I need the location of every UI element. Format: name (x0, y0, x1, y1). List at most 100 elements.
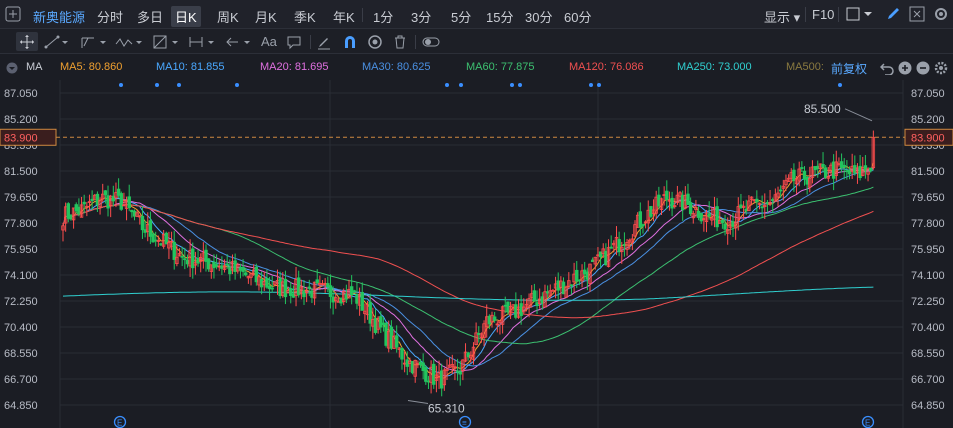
wave-tool-icon[interactable] (114, 33, 144, 50)
f10-button[interactable]: F10 (812, 7, 834, 22)
tab-timeframe-5[interactable]: 季K (290, 6, 320, 27)
candlestick-chart[interactable]: E ≡ E 87.050 87.05085.200 85.20083.350 83.350… (0, 80, 953, 428)
candle-body (853, 165, 857, 174)
candle-body (765, 201, 770, 204)
magnet-tool-icon[interactable] (341, 33, 359, 50)
text-tool[interactable]: Aa (261, 34, 277, 49)
tab-timeframe-2[interactable]: 日K (171, 6, 201, 27)
candle-body (379, 316, 383, 328)
trash-tool-icon[interactable] (391, 33, 409, 50)
ma-dropdown-icon[interactable] (6, 62, 18, 74)
candle-body (180, 255, 184, 258)
ma-value-2: MA20: 81.695 (260, 61, 329, 73)
candle-body (590, 259, 595, 263)
candle-body (831, 161, 836, 179)
tab-timeframe-3[interactable]: 周K (213, 6, 243, 27)
zoom-out-icon[interactable] (915, 60, 931, 76)
note-tool-icon[interactable] (285, 33, 303, 50)
settings-icon[interactable] (932, 5, 950, 23)
drawing-toolbar: Aa (0, 29, 953, 54)
candle-body (204, 249, 208, 262)
candle-body (220, 265, 224, 269)
arrow-tool-icon[interactable] (224, 33, 254, 50)
zoom-in-icon[interactable] (897, 60, 913, 76)
candle-body (307, 286, 311, 289)
display-button[interactable]: 显示 ▾ (764, 7, 800, 26)
tab-timeframe-9[interactable]: 5分 (447, 6, 475, 27)
candle-body (296, 277, 301, 296)
candle-body (214, 264, 219, 268)
tab-timeframe-11[interactable]: 30分 (521, 6, 556, 27)
eye-tool-icon[interactable] (366, 33, 384, 50)
y-tick-left: 81.500 (4, 166, 38, 178)
collapse-icon[interactable] (908, 5, 926, 23)
tab-timeframe-10[interactable]: 15分 (482, 6, 517, 27)
display-label: 显示 (764, 10, 791, 25)
event-dot (155, 83, 159, 87)
candle-body (755, 198, 759, 203)
tab-timeframe-1[interactable]: 多日 (133, 6, 167, 27)
candle-body (847, 169, 852, 175)
event-dot (235, 83, 239, 87)
candle-body (291, 293, 296, 298)
candle-body (842, 164, 846, 168)
event-dot (177, 83, 181, 87)
candle-body (352, 290, 357, 293)
y-tick-left: 66.700 (4, 374, 38, 386)
candle-body (206, 258, 211, 270)
tab-timeframe-7[interactable]: 1分 (369, 6, 397, 27)
candle-body (686, 193, 690, 205)
candle-body (339, 298, 343, 304)
channel-tool-icon[interactable] (80, 33, 108, 50)
candle-body (670, 197, 674, 209)
current-price-right: 83.900 (911, 132, 945, 144)
candle-body (519, 303, 523, 317)
candle-body (731, 221, 735, 227)
line-tool-icon[interactable] (44, 33, 70, 50)
candle-body (106, 195, 110, 209)
adjust-label[interactable]: 前复权 (831, 60, 867, 77)
pen-tool-icon[interactable] (315, 33, 333, 50)
tab-timeframe-0[interactable]: 分时 (93, 6, 127, 27)
y-tick-left: 75.950 (4, 244, 38, 256)
brush-icon[interactable] (884, 5, 902, 23)
menu-icon[interactable] (4, 5, 22, 23)
candle-body (349, 286, 354, 296)
candle-body (212, 261, 216, 269)
candle-body (503, 304, 507, 307)
candle-body (598, 251, 603, 258)
square-dropdown-icon[interactable] (845, 6, 873, 22)
candle-body (455, 370, 460, 373)
candle-body (368, 301, 372, 324)
candle-body (331, 296, 335, 303)
candle-body (103, 190, 108, 196)
settings-gear-icon[interactable] (933, 60, 949, 76)
chart-labels: 83.900 83.900 85.500 65.310 (0, 102, 953, 416)
tab-timeframe-12[interactable]: 60分 (560, 6, 595, 27)
candle-body (326, 283, 330, 288)
candle-body (384, 322, 388, 346)
measure-tool-icon[interactable] (188, 33, 218, 50)
y-tick-right: 75.950 (911, 244, 945, 256)
candle-body (119, 193, 123, 210)
candle-body (477, 332, 481, 335)
crosshair-tool-icon[interactable] (16, 32, 38, 51)
tab-timeframe-8[interactable]: 3分 (407, 6, 435, 27)
tab-timeframe-6[interactable]: 年K (329, 6, 359, 27)
candle-body (821, 163, 825, 168)
fib-tool-icon[interactable] (152, 33, 182, 50)
toggle-icon[interactable] (421, 33, 441, 50)
tab-timeframe-4[interactable]: 月K (251, 6, 281, 27)
undo-icon[interactable] (879, 60, 895, 76)
candle-body (289, 288, 293, 296)
y-tick-right: 68.550 (911, 348, 945, 360)
candle-body (569, 284, 574, 287)
candle-body (622, 244, 627, 246)
candle-body (74, 204, 78, 212)
candle-body (405, 359, 409, 367)
y-tick-left: 77.800 (4, 218, 38, 230)
candle-body (778, 189, 783, 192)
candle-body (148, 220, 153, 237)
candle-body (858, 165, 862, 179)
y-tick-left: 70.400 (4, 322, 38, 334)
